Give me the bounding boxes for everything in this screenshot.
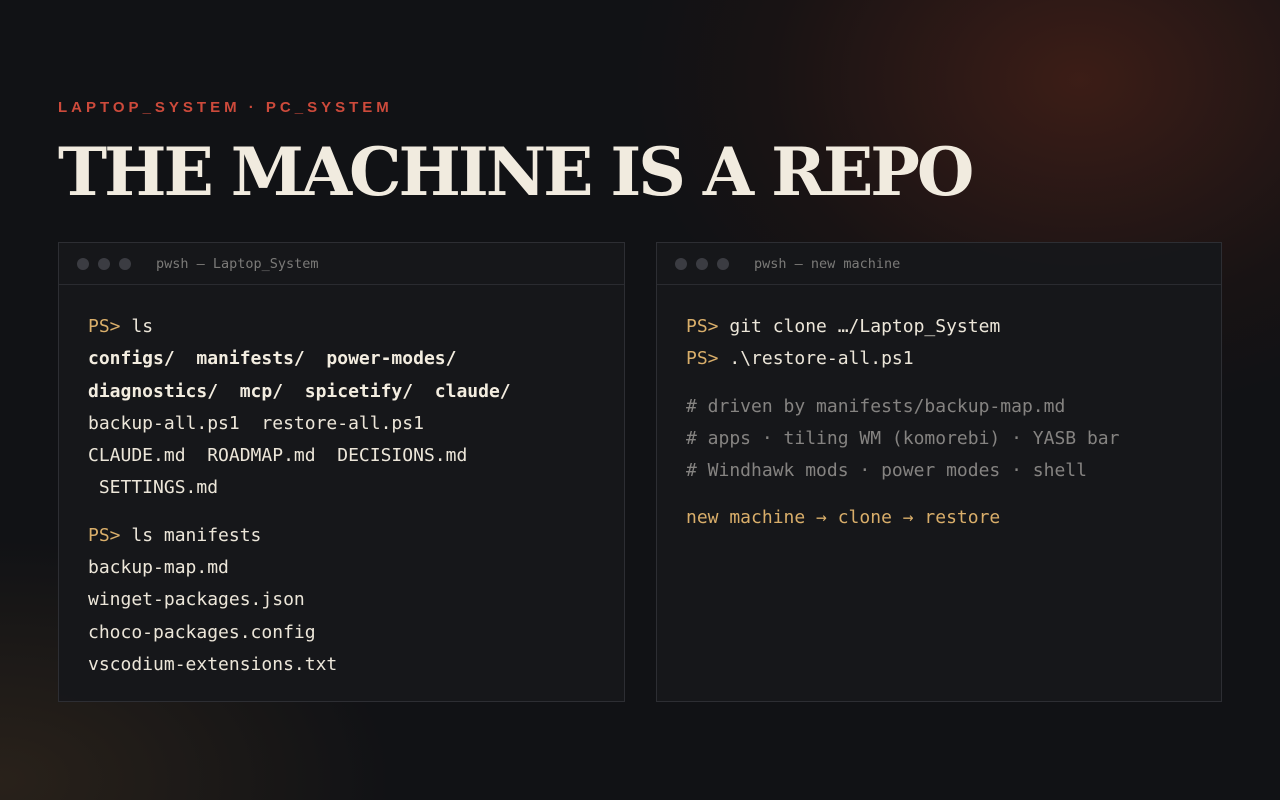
command-text: ls: [120, 316, 154, 337]
terminal-window-laptop-system: pwsh — Laptop_System PS> ls configs/ man…: [58, 242, 625, 702]
window-minimize-dot-icon[interactable]: [696, 257, 708, 270]
comment-line: # driven by manifests/backup-map.md: [686, 395, 1066, 417]
window-close-dot-icon[interactable]: [77, 257, 89, 270]
command-line: PS> git clone …/Laptop_System: [686, 311, 1221, 343]
output-line: backup-all.ps1 restore-all.ps1: [88, 412, 424, 434]
output-line: winget-packages.json: [88, 589, 305, 611]
command-line: PS> ls manifests: [88, 520, 624, 552]
eyebrow-label: LAPTOP_SYSTEM · PC_SYSTEM: [58, 99, 393, 116]
flow-line: new machine → clone → restore: [686, 507, 1001, 529]
output-line: CLAUDE.md ROADMAP.md DECISIONS.md: [88, 445, 468, 467]
output-line: configs/ manifests/ power-modes/: [88, 348, 457, 370]
terminal-output: PS> git clone …/Laptop_System PS> .\rest…: [657, 285, 1221, 535]
output-line: diagnostics/ mcp/ spicetify/ claude/: [88, 380, 511, 402]
output-line: choco-packages.config: [88, 621, 316, 643]
command-line: PS> .\restore-all.ps1: [686, 343, 1221, 375]
window-close-dot-icon[interactable]: [675, 257, 687, 270]
command-text: ls manifests: [120, 524, 262, 546]
command-text: git clone …/Laptop_System: [718, 316, 1001, 337]
terminal-titlebar: pwsh — Laptop_System: [59, 243, 624, 285]
window-maximize-dot-icon[interactable]: [119, 257, 131, 270]
output-line: SETTINGS.md: [88, 477, 219, 499]
command-line: PS> ls: [88, 311, 624, 343]
comment-line: # apps · tiling WM (komorebi) · YASB bar: [686, 427, 1120, 449]
terminal-window-new-machine: pwsh — new machine PS> git clone …/Lapto…: [656, 242, 1222, 702]
output-line: backup-map.md: [88, 557, 229, 579]
comment-line: # Windhawk mods · power modes · shell: [686, 460, 1087, 482]
terminal-titlebar: pwsh — new machine: [657, 243, 1221, 285]
prompt: PS>: [88, 316, 121, 337]
terminal-title: pwsh — new machine: [754, 255, 901, 272]
output-line: vscodium-extensions.txt: [88, 653, 338, 675]
terminal-title: pwsh — Laptop_System: [156, 255, 319, 272]
prompt: PS>: [88, 524, 121, 546]
window-minimize-dot-icon[interactable]: [98, 257, 110, 270]
terminal-output: PS> ls configs/ manifests/ power-modes/ …: [59, 285, 624, 681]
window-maximize-dot-icon[interactable]: [717, 257, 729, 270]
command-text: .\restore-all.ps1: [718, 348, 914, 370]
prompt: PS>: [686, 316, 719, 337]
page-title: THE MACHINE IS A REPO: [58, 133, 974, 211]
prompt: PS>: [686, 348, 719, 370]
